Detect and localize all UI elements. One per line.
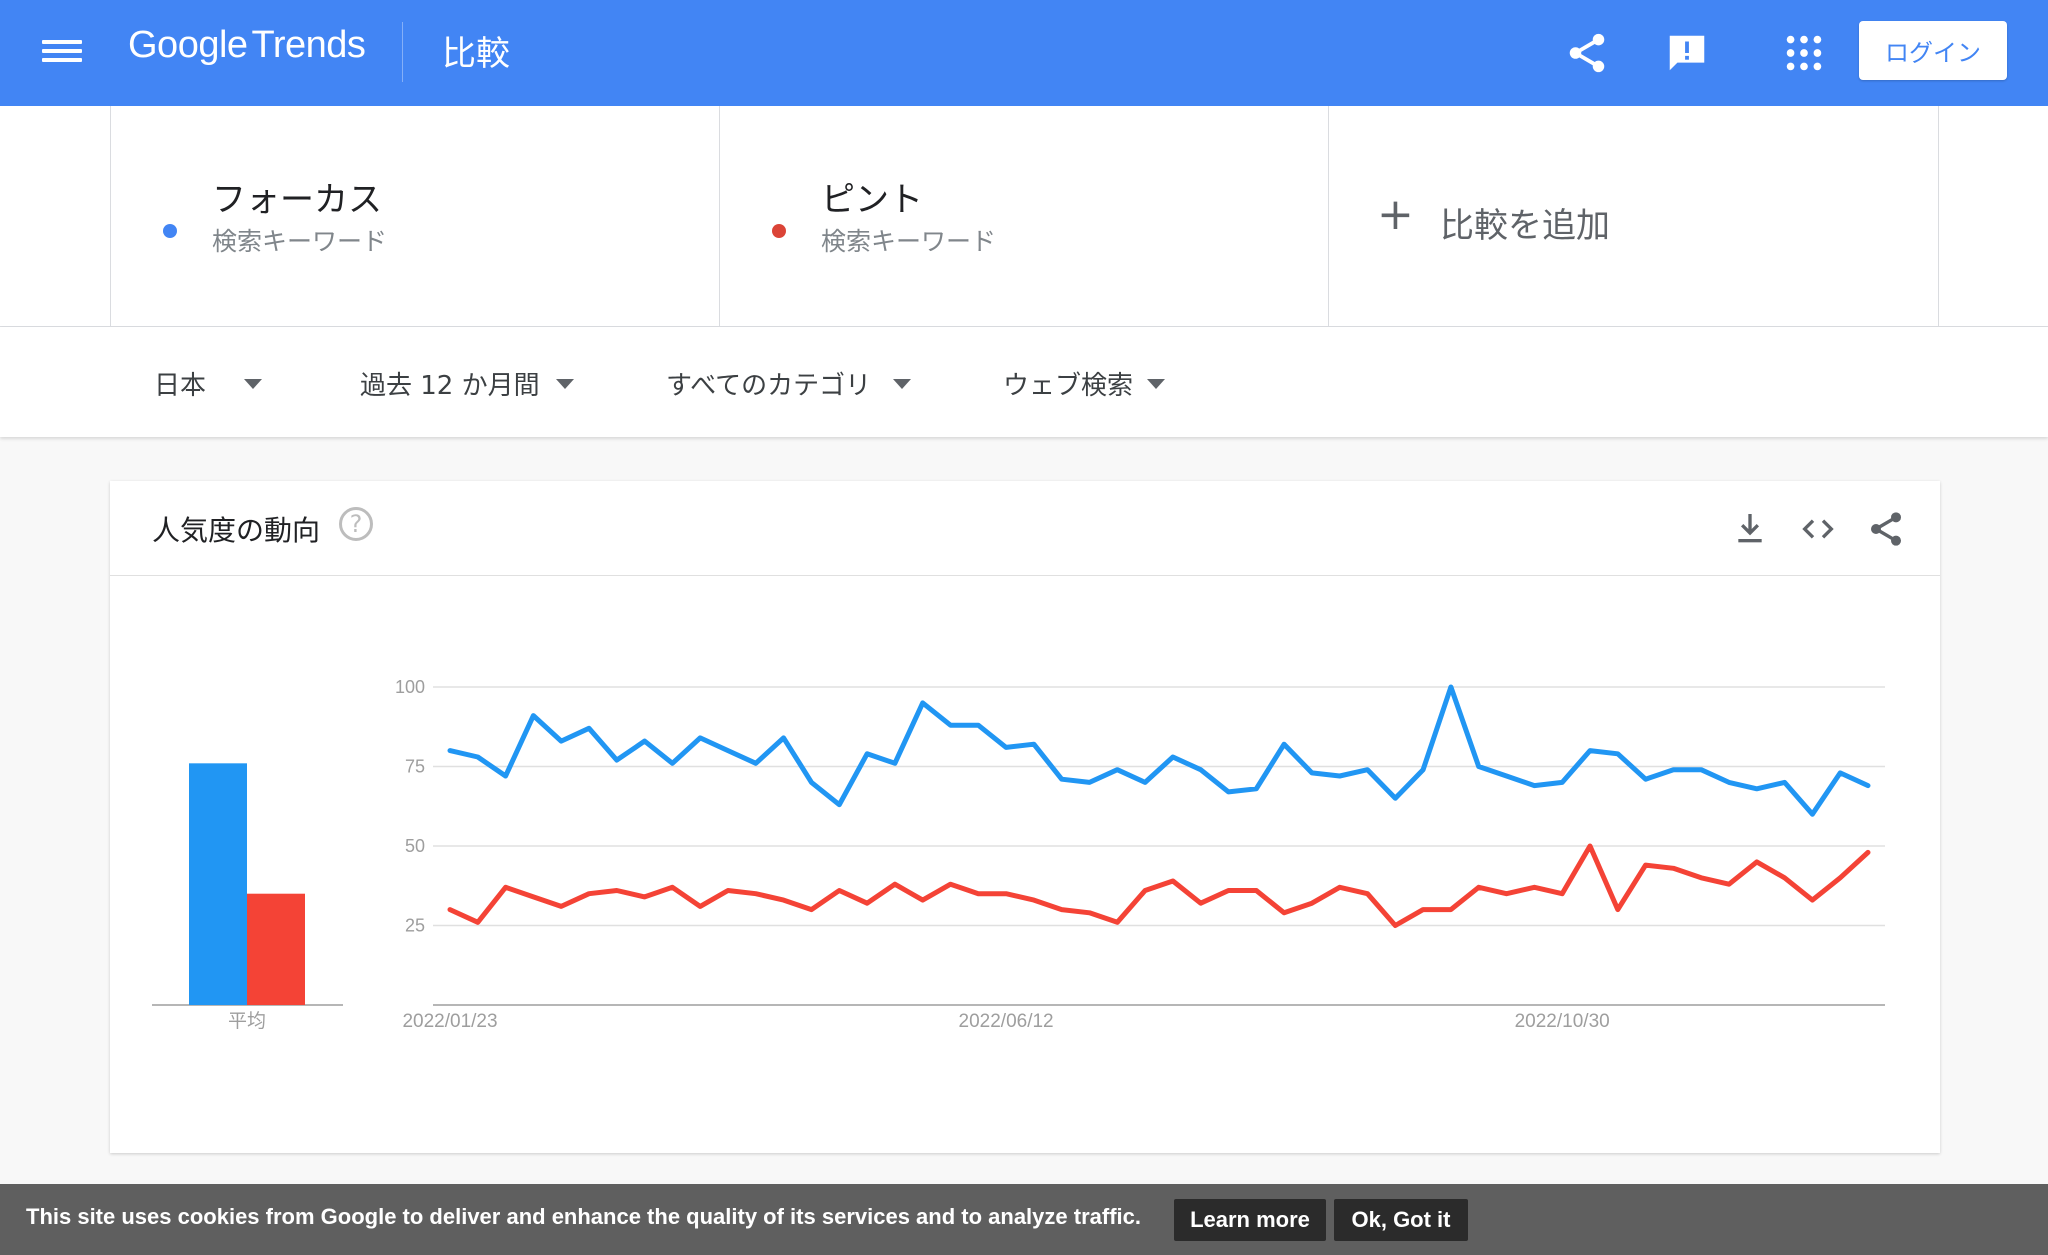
page-title: 比較 xyxy=(442,34,510,74)
region-filter-label: 日本 xyxy=(154,371,207,401)
dropdown-caret-icon xyxy=(244,378,263,389)
interest-over-time-card: 人気度の動向 ? 25 50 75 100 2022/01/23 2022/06/12 20… xyxy=(110,481,1940,1153)
plus-icon: + xyxy=(1377,189,1414,240)
region-filter[interactable]: 日本 xyxy=(154,365,263,402)
period-filter[interactable]: 過去 12 か月間 xyxy=(360,365,574,402)
header-divider xyxy=(402,22,403,82)
dropdown-caret-icon xyxy=(893,378,912,389)
google-trends-logo[interactable]: Google Trends xyxy=(128,24,366,67)
filter-bar: 日本 過去 12 か月間 すべてのカテゴリ ウェブ検索 xyxy=(0,327,2048,437)
menu-icon[interactable] xyxy=(42,35,82,71)
term-type: 検索キーワード xyxy=(821,227,997,256)
average-bar-2 xyxy=(247,893,305,1005)
ok-got-it-button[interactable]: Ok, Got it xyxy=(1334,1199,1468,1241)
y-tick-label: 100 xyxy=(395,677,425,697)
term-color-dot xyxy=(772,224,786,238)
series-line-1 xyxy=(447,684,1871,817)
cookie-message: This site uses cookies from Google to de… xyxy=(26,1204,1141,1229)
term-card-1[interactable]: フォーカス 検索キーワード xyxy=(110,106,720,326)
y-tick-label: 25 xyxy=(405,916,425,936)
dropdown-caret-icon xyxy=(555,378,574,389)
term-color-dot xyxy=(163,224,177,238)
average-label: 平均 xyxy=(228,1010,266,1032)
logo-trends-text: Trends xyxy=(251,24,366,66)
logo-google-text: Google xyxy=(128,24,248,66)
add-comparison[interactable]: + 比較を追加 xyxy=(1328,106,1939,326)
share-icon[interactable] xyxy=(1564,30,1610,76)
x-tick-label: 2022/10/30 xyxy=(1515,1011,1610,1032)
period-filter-label: 過去 12 か月間 xyxy=(360,371,540,401)
x-tick-label: 2022/01/23 xyxy=(402,1011,497,1032)
apps-grid-icon[interactable] xyxy=(1781,30,1827,76)
dropdown-caret-icon xyxy=(1147,378,1166,389)
top-app-bar: Google Trends 比較 ログイン xyxy=(0,0,2048,106)
learn-more-button[interactable]: Learn more xyxy=(1174,1199,1326,1241)
y-tick-label: 75 xyxy=(405,757,425,777)
term-name[interactable]: フォーカス xyxy=(212,172,382,221)
y-tick-label: 50 xyxy=(405,836,425,856)
category-filter[interactable]: すべてのカテゴリ xyxy=(666,365,912,402)
compare-terms-row: フォーカス 検索キーワード ピント 検索キーワード + 比較を追加 xyxy=(0,106,2048,327)
feedback-icon[interactable] xyxy=(1664,30,1710,76)
cookie-consent-bar: This site uses cookies from Google to de… xyxy=(0,1184,2048,1255)
interest-chart: 25 50 75 100 2022/01/23 2022/06/12 2022/10/30 平… xyxy=(152,677,1885,1032)
term-name[interactable]: ピント xyxy=(821,172,923,221)
category-filter-label: すべてのカテゴリ xyxy=(666,371,872,401)
search-type-filter-label: ウェブ検索 xyxy=(1003,371,1134,401)
x-tick-label: 2022/06/12 xyxy=(959,1011,1054,1032)
add-comparison-label: 比較を追加 xyxy=(1440,206,1610,246)
average-bar-1 xyxy=(189,763,247,1005)
login-button[interactable]: ログイン xyxy=(1859,21,2007,80)
term-card-2[interactable]: ピント 検索キーワード xyxy=(719,106,1329,326)
series-line-2 xyxy=(447,843,1871,928)
term-type: 検索キーワード xyxy=(212,227,388,256)
search-type-filter[interactable]: ウェブ検索 xyxy=(1003,365,1166,402)
